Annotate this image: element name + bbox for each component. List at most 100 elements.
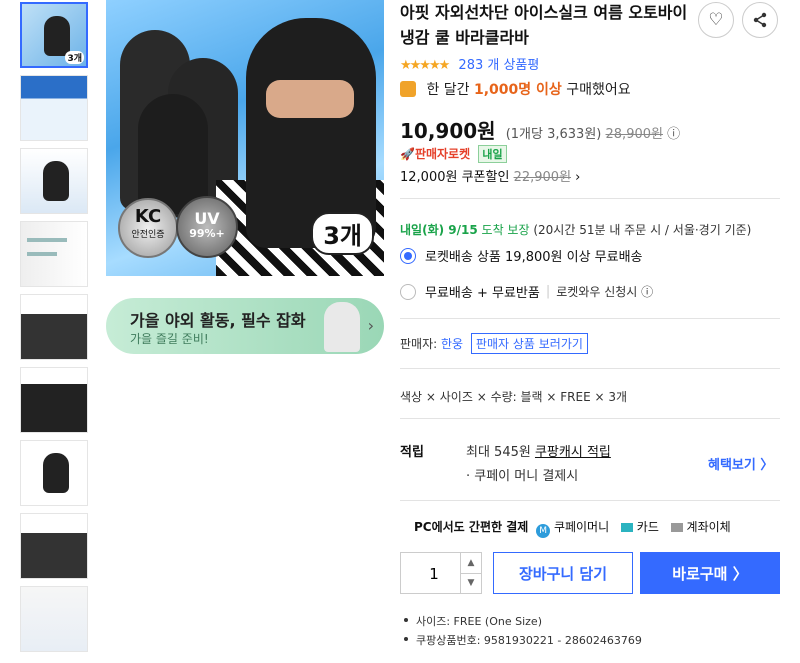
thumb-mask-shape — [43, 161, 69, 201]
seller-label: 판매자: — [400, 337, 438, 351]
thumbnail-6[interactable] — [20, 367, 88, 433]
tomorrow-badge: 내일 — [478, 145, 507, 163]
chevron-right-icon: › — [575, 170, 581, 185]
heart-icon[interactable]: ♡ — [698, 2, 734, 38]
month-suffix: 구매했어요 — [566, 82, 631, 98]
quantity-increase-icon[interactable]: ▲ — [460, 553, 481, 574]
seller-name-link[interactable]: 한웅 — [441, 337, 463, 351]
mask-shape — [138, 94, 208, 214]
rocket-label: 🚀판매자로켓 — [400, 147, 471, 161]
rating[interactable]: ★★★★★ 283 개 상품평 — [400, 54, 539, 73]
review-count[interactable]: 283 개 상품평 — [458, 58, 539, 73]
spec-text: 사이즈: FREE (One Size) — [416, 615, 542, 628]
divider — [400, 198, 780, 199]
divider — [400, 318, 780, 319]
divider — [400, 418, 780, 419]
price-block: 10,900원 (1개당 3,633원) 28,900원 ⓘ — [400, 115, 680, 144]
thumbnail-5[interactable] — [20, 294, 88, 360]
delivery-guarantee: 도착 보장 — [481, 223, 530, 237]
divider — [400, 368, 780, 369]
bank-icon — [670, 523, 683, 532]
radio-unselected[interactable] — [400, 283, 416, 300]
benefit-button[interactable]: 혜택보기 〉 — [708, 454, 773, 473]
month-prefix: 한 달간 — [426, 82, 470, 98]
points-coupay-note: · 쿠페이 머니 결제시 — [466, 469, 579, 484]
spec-item: 사이즈: FREE (One Size) — [404, 612, 642, 631]
shopping-bag-icon — [400, 81, 416, 97]
thumbnail-2[interactable] — [20, 75, 88, 141]
add-to-cart-button[interactable]: 장바구니 담기 — [493, 552, 633, 594]
coupon-discount[interactable]: 12,000원 쿠폰할인 22,900원 › — [400, 166, 580, 185]
monthly-purchases: 한 달간 1,000명 이상 구매했어요 — [400, 79, 631, 99]
thumb-mask-shape — [44, 16, 70, 56]
kc-badge-title: KC — [134, 206, 162, 227]
chevron-right-icon[interactable]: › — [368, 316, 374, 335]
quantity-decrease-icon[interactable]: ▼ — [460, 573, 481, 593]
banner-subtitle: 가을 즐길 준비! — [130, 332, 209, 346]
star-rating-icon: ★★★★★ — [400, 58, 450, 73]
quantity-input[interactable] — [401, 553, 467, 595]
spec-item: 쿠팡상품번호: 9581930221 - 28602463769 — [404, 631, 642, 650]
thumb-mask-shape — [43, 453, 69, 493]
bank-label: 계좌이체 — [686, 520, 731, 534]
bullet — [404, 637, 408, 641]
points-label: 적립 — [400, 445, 424, 460]
coupon-price: 12,000원 — [400, 170, 458, 185]
points-max: 최대 545원 — [466, 445, 531, 460]
month-highlight: 1,000명 이상 — [474, 82, 562, 98]
shipping-option-free[interactable]: 무료배송 + 무료반품 | 로켓와우 신청시 ⓘ — [400, 282, 653, 301]
seller-info: 판매자: 한웅 판매자 상품 보러가기 — [400, 333, 588, 354]
product-title: 아핏 자외선차단 아이스실크 여름 오토바이 냉감 쿨 바라클라바 — [400, 3, 688, 47]
uv-badge-pct: 99%+ — [189, 226, 225, 240]
kc-badge: KC 안전인증 — [118, 198, 178, 258]
unit-price: (1개당 3,633원) — [505, 127, 602, 142]
separator: | — [545, 284, 551, 299]
points-details: 최대 545원 쿠팡캐시 적립 · 쿠페이 머니 결제시 — [466, 441, 611, 489]
selected-option[interactable]: 색상 × 사이즈 × 수량: 블랙 × FREE × 3개 — [400, 388, 627, 405]
thumbnail-4[interactable] — [20, 221, 88, 287]
thumbnail-9[interactable] — [20, 586, 88, 652]
main-product-image[interactable]: KC 안전인증 UV 99%+ 3개 — [106, 0, 384, 276]
thumb-line — [27, 238, 67, 242]
original-price: 28,900원 — [605, 127, 663, 142]
banner-title: 가을 야외 활동, 필수 잡화 — [130, 311, 306, 330]
payment-label: PC에서도 간편한 결제 — [414, 520, 529, 534]
delivery-date: 내일(화) 9/15 — [400, 223, 478, 237]
delivery-note: (20시간 51분 내 주문 시 / 서울·경기 기준) — [533, 223, 752, 237]
quantity-stepper[interactable]: ▲ ▼ — [400, 552, 482, 595]
coupon-label: 쿠폰할인 — [461, 170, 510, 185]
thumbnail-7[interactable] — [20, 440, 88, 506]
uv-badge: UV 99%+ — [176, 196, 238, 258]
sale-price: 10,900원 — [400, 119, 496, 143]
shipping-option-extra: 로켓와우 신청시 ⓘ — [556, 285, 654, 299]
thumb-count-badge: 3개 — [65, 51, 84, 64]
bullet — [404, 618, 408, 622]
thumbnail-8[interactable] — [20, 513, 88, 579]
buy-now-button[interactable]: 바로구매 〉 — [640, 552, 780, 594]
uv-badge-title: UV — [194, 209, 220, 228]
share-icon — [753, 12, 767, 28]
product-specs: 사이즈: FREE (One Size) 쿠팡상품번호: 9581930221 … — [404, 612, 642, 650]
kc-badge-label: 안전인증 — [131, 230, 165, 240]
coupang-cash-link[interactable]: 쿠팡캐시 적립 — [535, 445, 611, 460]
share-button[interactable] — [742, 2, 778, 38]
shipping-option-rocket[interactable]: 로켓배송 상품 19,800원 이상 무료배송 — [400, 246, 643, 265]
count-badge: 3개 — [311, 212, 374, 255]
shipping-option-label: 무료배송 + 무료반품 — [425, 286, 540, 301]
seller-rocket: 🚀판매자로켓 내일 — [400, 145, 507, 163]
coupay-label: 쿠페이머니 — [553, 520, 610, 534]
delivery-info: 내일(화) 9/15 도착 보장 (20시간 51분 내 주문 시 / 서울·경… — [400, 221, 751, 238]
thumbnail-list: 3개 — [20, 2, 90, 659]
spec-text: 쿠팡상품번호: 9581930221 - 28602463769 — [416, 634, 642, 647]
model-eyes — [266, 80, 354, 118]
thumbnail-3[interactable] — [20, 148, 88, 214]
promo-banner[interactable]: 가을 야외 활동, 필수 잡화 가을 즐길 준비! › — [106, 298, 384, 354]
radio-selected[interactable] — [400, 247, 416, 264]
thumbnail-1[interactable]: 3개 — [20, 2, 88, 68]
divider — [400, 500, 780, 501]
card-label: 카드 — [636, 520, 659, 534]
shipping-option-label: 로켓배송 상품 19,800원 이상 무료배송 — [425, 250, 643, 265]
seller-products-button[interactable]: 판매자 상품 보러가기 — [470, 333, 588, 354]
banner-person-image — [324, 302, 360, 352]
info-icon[interactable]: ⓘ — [667, 127, 680, 142]
